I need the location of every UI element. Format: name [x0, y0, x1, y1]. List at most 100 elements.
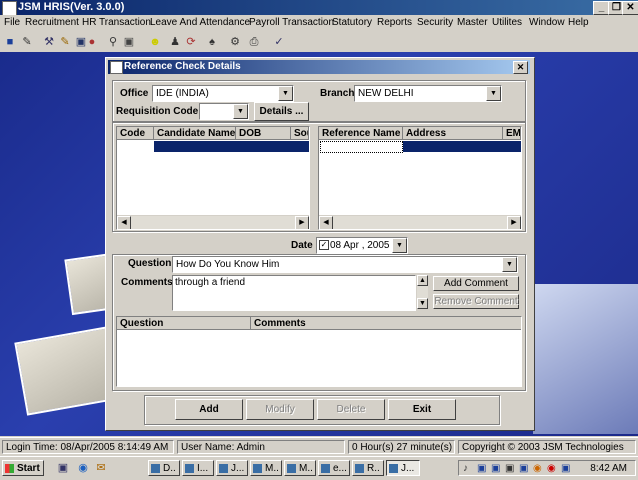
- search-icon[interactable]: ⚲: [106, 35, 120, 49]
- network-icon[interactable]: ▣: [477, 461, 486, 477]
- taskbar-item-j[interactable]: J...: [216, 460, 248, 476]
- remove-comment-button[interactable]: Remove Comment: [433, 294, 519, 309]
- candidate-col-code[interactable]: Code: [117, 127, 154, 140]
- scroll-left-icon[interactable]: ◀: [319, 216, 333, 229]
- chevron-down-icon[interactable]: ▼: [278, 86, 293, 101]
- tools-icon[interactable]: ⚒: [42, 35, 56, 49]
- tray-app-icon[interactable]: ▣: [519, 461, 528, 477]
- dialog-close-button[interactable]: ✕: [513, 61, 528, 74]
- menu-security[interactable]: Security: [417, 17, 453, 28]
- comments-textarea[interactable]: through a friend: [172, 275, 416, 311]
- volume-icon[interactable]: ♪: [463, 461, 468, 477]
- scroll-right-icon[interactable]: ▶: [507, 216, 521, 229]
- refresh-icon[interactable]: ⟳: [184, 35, 198, 49]
- quicklaunch-outlook-icon[interactable]: ✉: [94, 461, 108, 475]
- qa-col-comments[interactable]: Comments: [251, 317, 521, 330]
- taskbar-item-i[interactable]: I...: [182, 460, 214, 476]
- chevron-down-icon[interactable]: ▼: [392, 238, 407, 253]
- taskbar-item-d[interactable]: D..: [148, 460, 180, 476]
- quicklaunch-ie-icon[interactable]: ◉: [76, 461, 90, 475]
- requisition-code-select[interactable]: ▼: [199, 103, 249, 120]
- scroll-down-icon[interactable]: ▼: [417, 298, 428, 309]
- menu-recruitment[interactable]: Recruitment: [25, 17, 79, 28]
- chevron-down-icon[interactable]: ▼: [502, 257, 517, 272]
- reference-grid[interactable]: Reference Name Address EM ◀ ▶: [318, 126, 522, 230]
- quicklaunch-desktop-icon[interactable]: ▣: [56, 461, 70, 475]
- selected-row[interactable]: [403, 141, 521, 152]
- app-icon: [2, 1, 17, 16]
- menu-bar: File Recruitment HR Transaction Leave An…: [0, 15, 638, 32]
- modify-button[interactable]: Modify: [246, 399, 314, 420]
- exit-button[interactable]: Exit: [388, 399, 456, 420]
- reference-hscrollbar[interactable]: ◀ ▶: [319, 215, 521, 229]
- menu-hr-transaction[interactable]: HR Transaction: [82, 17, 151, 28]
- menu-reports[interactable]: Reports: [377, 17, 412, 28]
- menu-utilites[interactable]: Utilites: [492, 17, 522, 28]
- reference-col-email[interactable]: EM: [503, 127, 521, 140]
- reference-col-name[interactable]: Reference Name: [319, 127, 403, 140]
- copyright: Copyright © 2003 JSM Technologies: [458, 440, 636, 454]
- focused-cell[interactable]: [320, 141, 403, 153]
- scroll-left-icon[interactable]: ◀: [117, 216, 131, 229]
- qa-col-question[interactable]: Question: [117, 317, 251, 330]
- reference-col-address[interactable]: Address: [403, 127, 503, 140]
- taskbar-item-m1[interactable]: M..: [250, 460, 282, 476]
- chevron-down-icon[interactable]: ▼: [486, 86, 501, 101]
- antivirus-icon[interactable]: ◉: [533, 461, 542, 477]
- edit-icon[interactable]: ✎: [20, 35, 34, 49]
- scroll-right-icon[interactable]: ▶: [295, 216, 309, 229]
- menu-leave-attendance[interactable]: Leave And Attendance: [150, 17, 250, 28]
- messenger-icon[interactable]: ▣: [561, 461, 570, 477]
- question-select[interactable]: How Do You Know Him ▼: [172, 256, 518, 273]
- status-bar: Login Time: 08/Apr/2005 8:14:49 AM User …: [0, 437, 638, 456]
- branch-label: Branch: [320, 88, 355, 99]
- branch-select[interactable]: NEW DELHI ▼: [354, 85, 502, 102]
- dialog-title-bar[interactable]: Reference Check Details ✕: [108, 60, 530, 74]
- lock-icon[interactable]: ▣: [122, 35, 136, 49]
- settings-icon[interactable]: ⚙: [228, 35, 242, 49]
- candidate-hscrollbar[interactable]: ◀ ▶: [117, 215, 309, 229]
- close-button[interactable]: ✕: [622, 1, 638, 15]
- candidate-grid[interactable]: Code Candidate Name DOB Sou ◀ ▶: [116, 126, 310, 230]
- add-comment-button[interactable]: Add Comment: [433, 276, 519, 291]
- users-icon[interactable]: ■: [3, 35, 17, 49]
- question-comments-grid[interactable]: Question Comments: [116, 316, 522, 387]
- scroll-up-icon[interactable]: ▲: [417, 275, 428, 286]
- alert-icon[interactable]: ◉: [547, 461, 556, 477]
- office-select[interactable]: IDE (INDIA) ▼: [152, 85, 294, 102]
- menu-payroll-transaction[interactable]: Payroll Transaction: [249, 17, 334, 28]
- candidate-col-name[interactable]: Candidate Name: [154, 127, 236, 140]
- keyboard-icon[interactable]: ▣: [505, 461, 514, 477]
- comments-value: through a friend: [175, 277, 246, 288]
- add-button[interactable]: Add: [175, 399, 243, 420]
- chevron-down-icon[interactable]: ▼: [233, 104, 248, 119]
- menu-help[interactable]: Help: [568, 17, 589, 28]
- app-title-bar[interactable]: JSM HRIS(Ver. 3.0.0) _ ❐ ✕: [0, 0, 638, 16]
- taskbar-item-e[interactable]: e...: [318, 460, 350, 476]
- candidate-col-source[interactable]: Sou: [291, 127, 309, 140]
- date-checkbox[interactable]: ✓: [319, 240, 329, 250]
- login-time: Login Time: 08/Apr/2005 8:14:49 AM: [2, 440, 174, 454]
- menu-master[interactable]: Master: [457, 17, 488, 28]
- taskbar-item-m2[interactable]: M..: [284, 460, 316, 476]
- key-icon[interactable]: ●: [85, 35, 99, 49]
- person-icon[interactable]: ♟: [168, 35, 182, 49]
- monitor-icon[interactable]: ▣: [491, 461, 500, 477]
- candidate-col-dob[interactable]: DOB: [236, 127, 291, 140]
- details-button[interactable]: Details ...: [254, 102, 309, 121]
- delete-button[interactable]: Delete: [317, 399, 385, 420]
- date-picker[interactable]: ✓ 08 Apr , 2005 ▼: [316, 237, 408, 254]
- print-icon[interactable]: ⎙: [247, 35, 261, 49]
- start-button[interactable]: Start: [2, 460, 44, 476]
- check-icon[interactable]: ✓: [272, 35, 286, 49]
- smiley-icon[interactable]: ☻: [148, 35, 162, 49]
- pencil-icon[interactable]: ✎: [58, 35, 72, 49]
- taskbar-item-jsm[interactable]: J...: [386, 460, 420, 476]
- handshake-icon[interactable]: ♠: [205, 35, 219, 49]
- menu-statutory[interactable]: Statutory: [332, 17, 372, 28]
- selected-row[interactable]: [154, 141, 309, 152]
- taskbar-item-r[interactable]: R..: [352, 460, 384, 476]
- menu-window[interactable]: Window: [529, 17, 565, 28]
- comments-scrollbar[interactable]: ▲ ▼: [417, 275, 428, 309]
- menu-file[interactable]: File: [4, 17, 20, 28]
